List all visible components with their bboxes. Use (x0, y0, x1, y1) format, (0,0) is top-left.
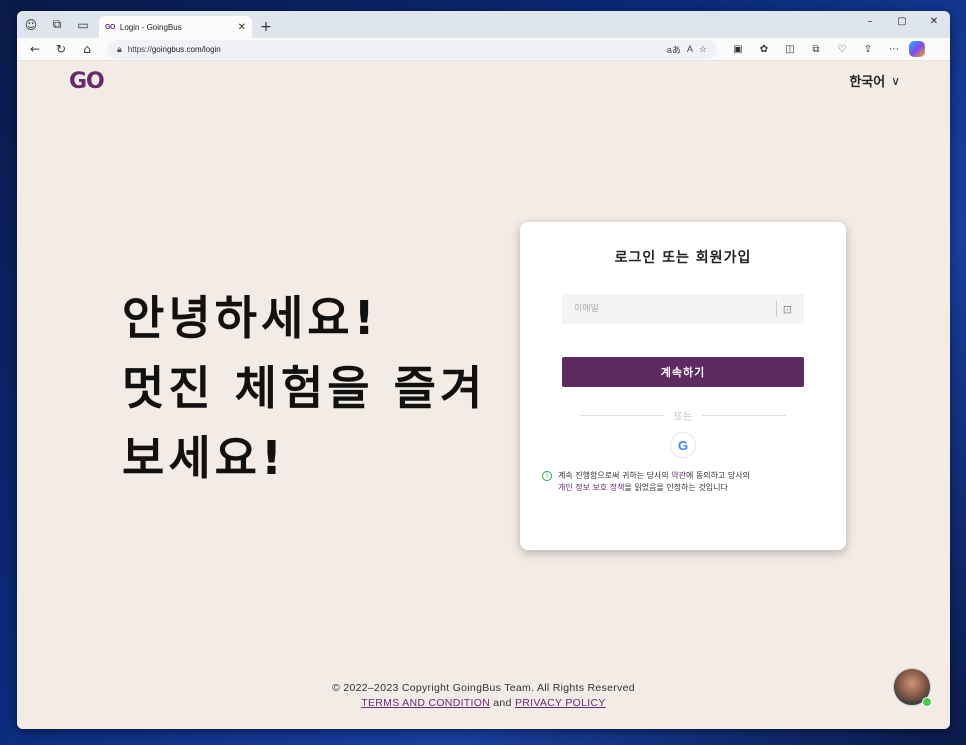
tab-strip: ☺ ⧉ ▭ GO Login - GoingBus ✕ + – ▢ ✕ (17, 11, 950, 38)
url-prefix: https:// (127, 44, 152, 54)
more-menu-icon[interactable]: ⋯ (883, 39, 905, 59)
browser-window: ☺ ⧉ ▭ GO Login - GoingBus ✕ + – ▢ ✕ ← ↻ … (17, 11, 950, 729)
goingbus-logo[interactable]: GO (69, 69, 105, 94)
footer-privacy-link[interactable]: PRIVACY POLICY (515, 697, 606, 709)
or-divider: 또는 (580, 408, 786, 423)
back-icon[interactable]: ← (23, 39, 47, 59)
chevron-down-icon: ∨ (891, 73, 900, 88)
tab-actions-icon[interactable]: ▭ (75, 17, 91, 33)
url-host: goingbus.com/login (151, 44, 221, 54)
tab-title: Login - GoingBus (119, 22, 182, 32)
google-login-button[interactable]: G (670, 432, 696, 458)
profile-icon[interactable]: ☺ (23, 17, 39, 33)
workspaces-icon[interactable]: ⧉ (49, 17, 65, 33)
close-window-button[interactable]: ✕ (918, 11, 950, 31)
new-tab-button[interactable]: + (256, 16, 276, 38)
terms-notice: ! 계속 진행함으로써 귀하는 당사의 약관에 동의하고 당사의 개인 정보 보… (542, 470, 832, 494)
password-manager-icon[interactable]: ⊡ (783, 303, 792, 316)
footer: © 2022–2023 Copyright GoingBus Team. All… (17, 681, 950, 711)
immersive-reader-icon[interactable]: aあ (667, 43, 681, 56)
close-tab-icon[interactable]: ✕ (238, 22, 246, 33)
minimize-button[interactable]: – (854, 11, 886, 31)
split-screen-icon[interactable]: ◫ (779, 39, 801, 59)
read-aloud-icon[interactable]: A (687, 44, 693, 54)
language-label: 한국어 (849, 75, 886, 90)
login-card: 로그인 또는 회원가입 ⊡ 계속하기 또는 G ! 계속 진행함으로써 귀하는 … (520, 222, 846, 550)
avatar[interactable] (893, 668, 932, 707)
login-title: 로그인 또는 회원가입 (614, 250, 752, 266)
copilot-icon[interactable] (909, 41, 925, 57)
footer-terms-link[interactable]: TERMS AND CONDITION (361, 697, 490, 709)
extension-icon[interactable]: ▣ (727, 39, 749, 59)
window-controls: – ▢ ✕ (854, 11, 950, 31)
lock-icon[interactable]: 🔒︎ (117, 44, 122, 55)
collections-icon[interactable]: ⧉ (805, 39, 827, 59)
hero-line-2: 멋진 체험을 즐겨 (122, 361, 487, 415)
email-input[interactable] (574, 304, 770, 314)
favorite-star-icon[interactable]: ☆ (699, 44, 707, 55)
login-page: GO 한국어 ∨ 안녕하세요! 멋진 체험을 즐겨 보세요! 로그인 또는 회원… (17, 61, 950, 729)
browser-toolbar: ← ↻ ⌂ 🔒︎ https://goingbus.com/login aあ A… (17, 38, 950, 61)
hero-heading: 안녕하세요! 멋진 체험을 즐겨 보세요! (122, 283, 542, 493)
refresh-icon[interactable]: ↻ (49, 39, 73, 59)
language-selector[interactable]: 한국어 ∨ (849, 71, 900, 91)
info-icon: ! (542, 471, 552, 481)
online-status-icon (922, 697, 932, 707)
home-icon[interactable]: ⌂ (75, 39, 99, 59)
hero-line-1: 안녕하세요! (122, 291, 379, 345)
extensions-puzzle-icon[interactable]: ✿ (753, 39, 775, 59)
browser-essentials-icon[interactable]: ♡ (831, 39, 853, 59)
or-label: 또는 (673, 412, 693, 423)
privacy-link[interactable]: 개인 정보 보호 정책 (558, 483, 625, 492)
share-icon[interactable]: ⇪ (857, 39, 879, 59)
goingbus-favicon-icon: GO (105, 23, 115, 31)
tab-login[interactable]: GO Login - GoingBus ✕ (99, 16, 252, 38)
maximize-button[interactable]: ▢ (886, 11, 918, 31)
continue-button[interactable]: 계속하기 (562, 357, 804, 387)
copyright-text: © 2022–2023 Copyright GoingBus Team. All… (332, 682, 635, 694)
terms-link[interactable]: 약관 (671, 471, 686, 480)
google-icon: G (677, 437, 689, 453)
address-bar[interactable]: 🔒︎ https://goingbus.com/login aあ A ☆ (107, 39, 717, 59)
hero-line-3: 보세요! (122, 431, 286, 485)
email-field-wrapper: ⊡ (562, 294, 804, 324)
